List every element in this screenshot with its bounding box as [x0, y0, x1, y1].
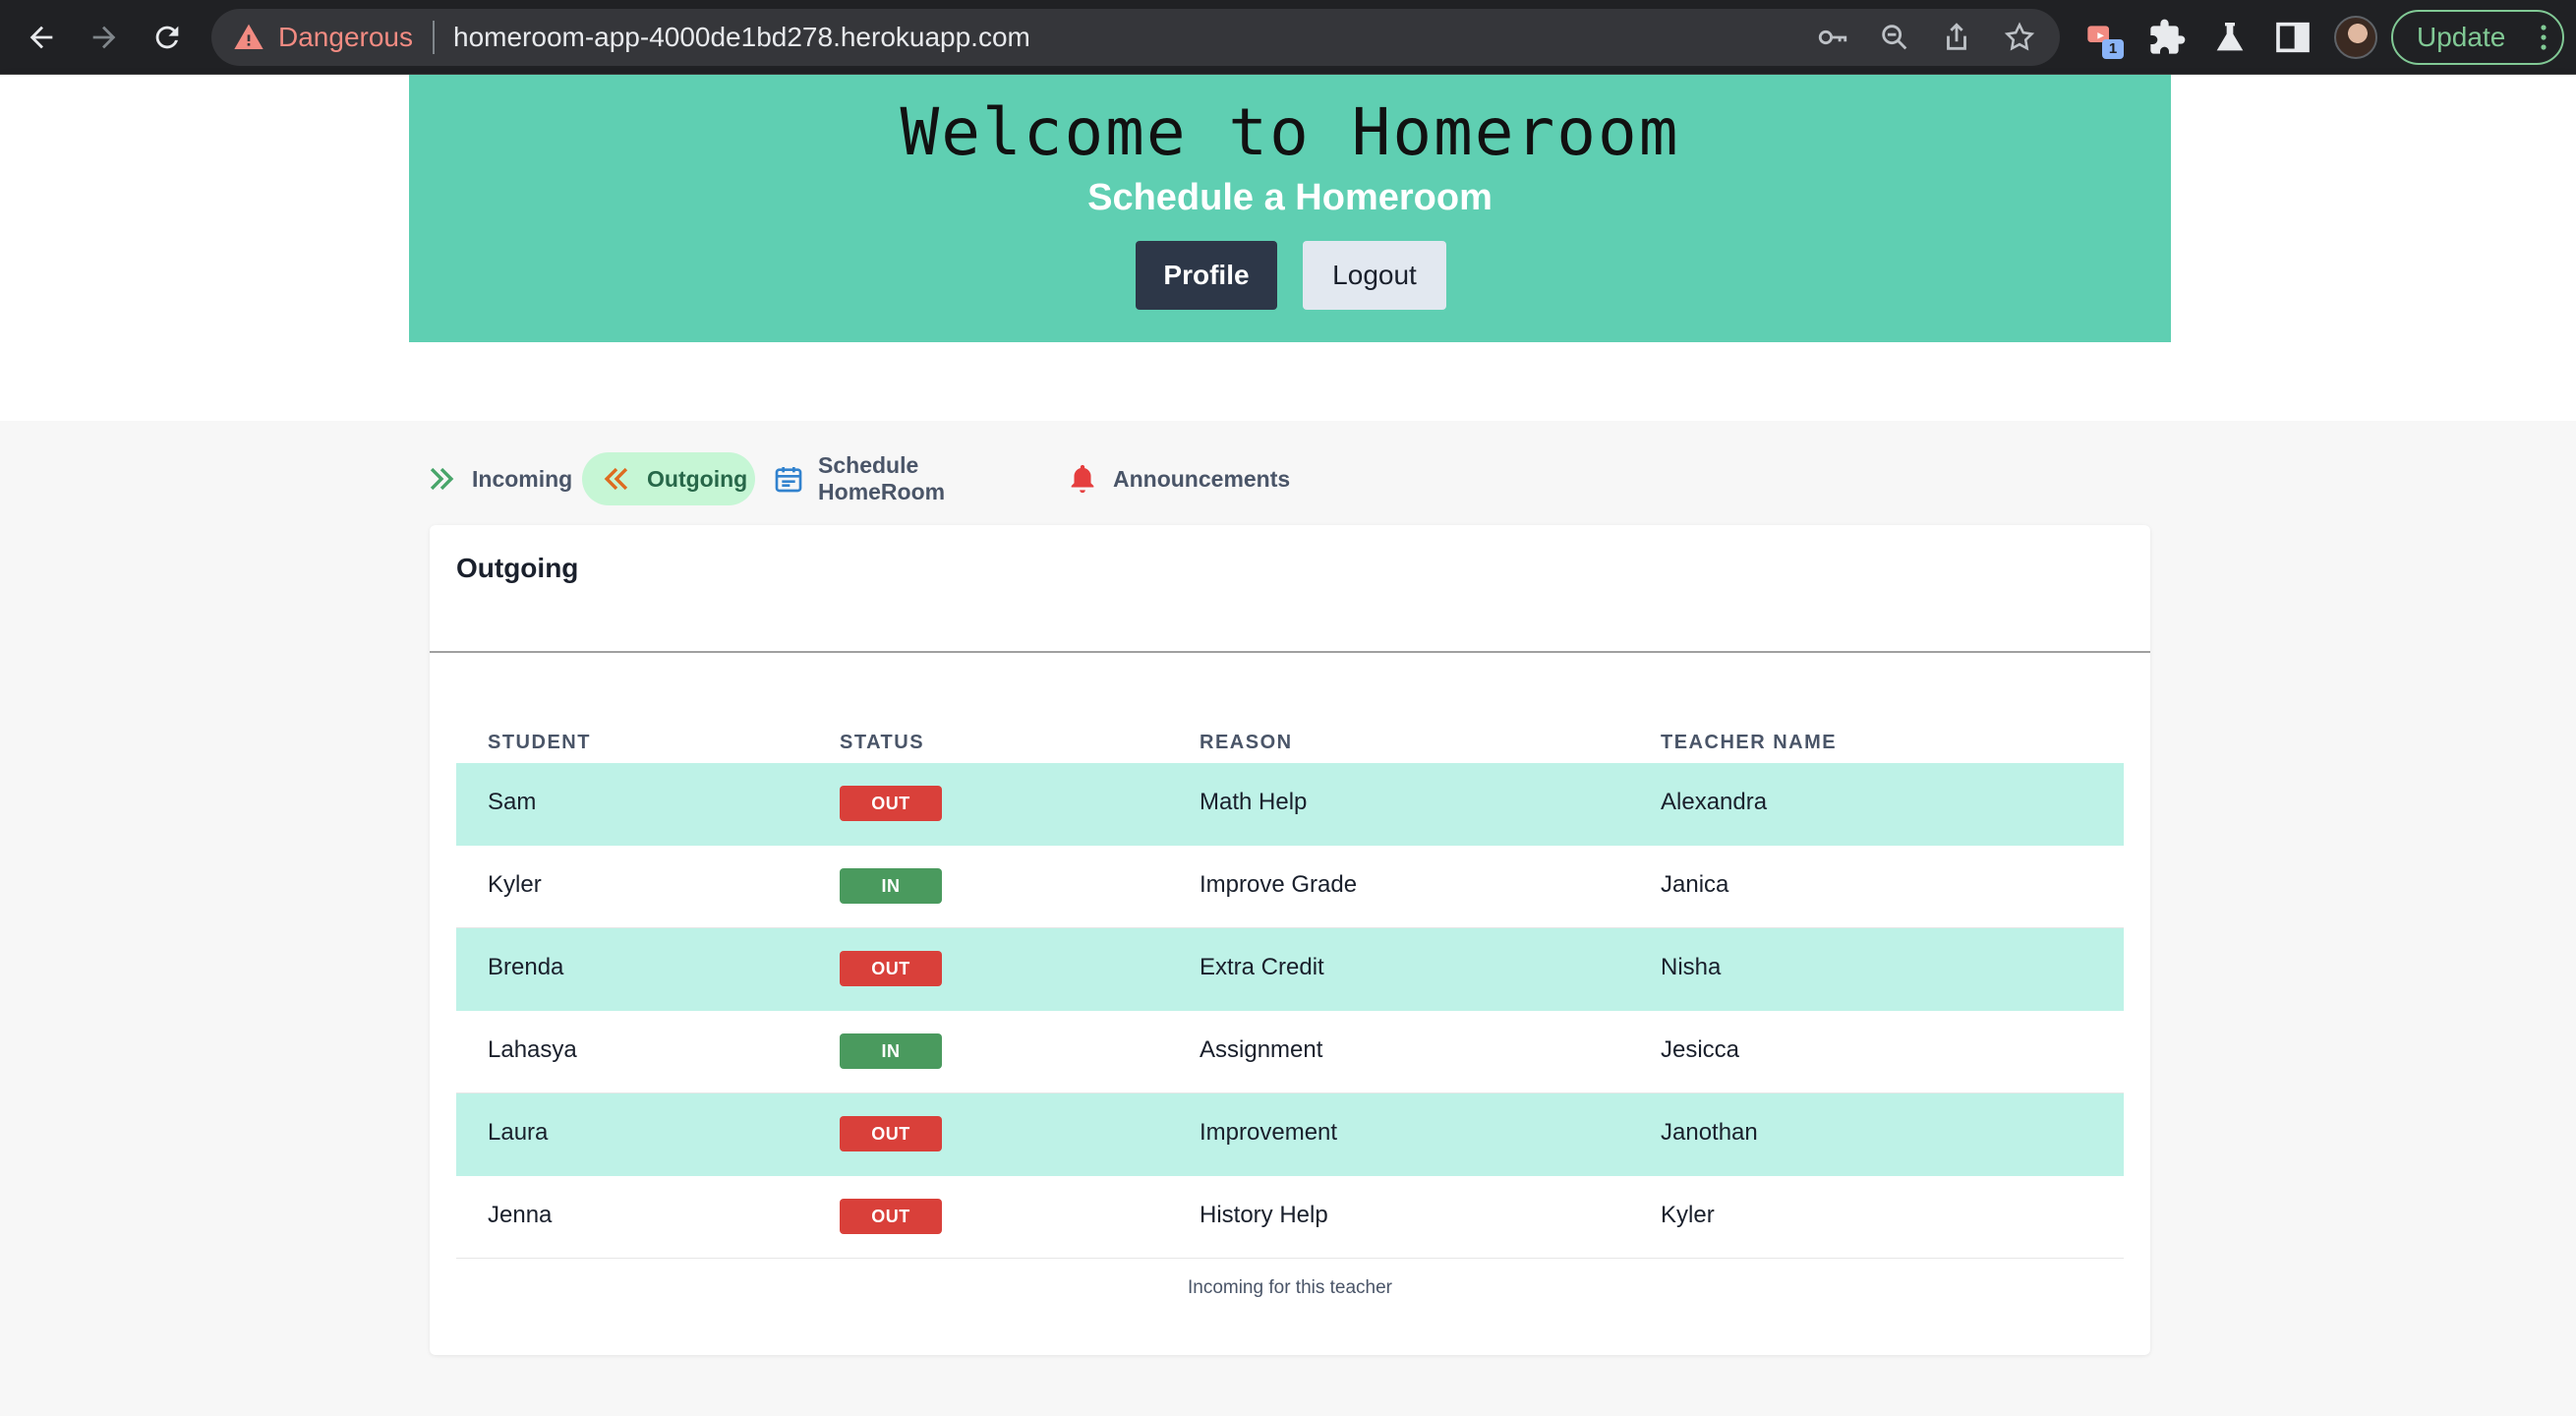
header-section: Welcome to Homeroom Schedule a Homeroom …	[0, 75, 2576, 421]
tab-incoming-label: Incoming	[472, 465, 573, 492]
teacher-name: Nisha	[1661, 954, 1722, 980]
extension-badge: 1	[2102, 39, 2124, 59]
page: Welcome to Homeroom Schedule a Homeroom …	[0, 75, 2576, 1416]
teacher-name: Jesicca	[1661, 1036, 1740, 1063]
teacher-name: Kyler	[1661, 1202, 1715, 1228]
browser-toolbar: Dangerous homeroom-app-4000de1bd278.hero…	[0, 0, 2576, 75]
status-badge: OUT	[840, 1116, 942, 1151]
logout-button[interactable]: Logout	[1303, 241, 1446, 310]
double-chevron-right-icon	[430, 467, 454, 491]
reload-button[interactable]	[144, 14, 191, 61]
side-panel-icon[interactable]	[2273, 18, 2313, 57]
status-badge: IN	[840, 1033, 942, 1069]
status-badge: OUT	[840, 1199, 942, 1234]
calendar-icon	[775, 466, 802, 493]
warning-icon	[234, 24, 263, 49]
table-caption: Incoming for this teacher	[1187, 1277, 1393, 1298]
table-row[interactable]: Kyler IN Improve Grade Janica	[456, 846, 2124, 928]
hero-banner: Welcome to Homeroom Schedule a Homeroom …	[409, 75, 2171, 342]
arrow-right-icon	[92, 26, 116, 49]
more-menu-icon[interactable]	[2541, 24, 2547, 51]
table-row[interactable]: Lahasya IN Assignment Jesicca	[456, 1011, 2124, 1093]
tab-schedule-label: Schedule HomeRoom	[818, 452, 946, 504]
reload-icon	[155, 26, 179, 49]
tab-outgoing-label: Outgoing	[647, 465, 748, 492]
card-title: Outgoing	[456, 553, 579, 583]
teacher-name: Alexandra	[1661, 789, 1768, 815]
column-header-teacher: TEACHER NAME	[1661, 732, 1838, 753]
security-warning-label[interactable]: Dangerous	[278, 21, 413, 54]
outgoing-card: Outgoing STUDENT STATUS REASON TEACHER N…	[430, 525, 2150, 1355]
tab-incoming[interactable]: Incoming	[425, 452, 582, 505]
teacher-name: Janica	[1661, 871, 1729, 898]
student-name: Laura	[488, 1119, 549, 1146]
back-button[interactable]	[18, 14, 65, 61]
arrow-left-icon	[29, 26, 53, 49]
status-badge: OUT	[840, 951, 942, 986]
page-title: Welcome to Homeroom	[900, 94, 1680, 170]
status-badge: OUT	[840, 786, 942, 821]
tab-announcements-label: Announcements	[1113, 465, 1291, 492]
student-name: Sam	[488, 789, 537, 815]
student-name: Brenda	[488, 954, 564, 980]
profile-button[interactable]: Profile	[1136, 241, 1277, 310]
column-header-reason: REASON	[1200, 732, 1293, 753]
student-name: Jenna	[488, 1202, 553, 1228]
table-row[interactable]: Jenna OUT History Help Kyler	[456, 1176, 2124, 1259]
status-badge: IN	[840, 868, 942, 904]
share-icon[interactable]	[1940, 21, 1973, 54]
reason-text: Assignment	[1200, 1036, 1323, 1063]
tab-outgoing[interactable]: Outgoing	[582, 452, 755, 505]
puzzle-extensions-icon[interactable]	[2147, 18, 2187, 57]
reason-text: Improvement	[1200, 1119, 1338, 1146]
tab-schedule-homeroom[interactable]: Schedule HomeRoom	[773, 452, 1038, 505]
forward-button[interactable]	[81, 14, 128, 61]
reason-text: Extra Credit	[1200, 954, 1324, 980]
teacher-name: Janothan	[1661, 1119, 1758, 1146]
table-header: STUDENT STATUS REASON TEACHER NAME	[456, 722, 2124, 763]
reason-text: Improve Grade	[1200, 871, 1358, 898]
card-divider	[430, 651, 2150, 653]
profile-avatar[interactable]	[2334, 16, 2377, 59]
update-button[interactable]: Update	[2391, 10, 2564, 65]
table-row[interactable]: Laura OUT Improvement Janothan	[456, 1093, 2124, 1176]
column-header-status: STATUS	[840, 732, 925, 753]
update-label: Update	[2417, 22, 2506, 52]
reason-text: History Help	[1200, 1202, 1328, 1228]
double-chevron-left-icon	[604, 467, 628, 491]
table-row[interactable]: Brenda OUT Extra Credit Nisha	[456, 928, 2124, 1011]
tab-announcements[interactable]: Announcements	[1066, 452, 1302, 505]
student-name: Kyler	[488, 871, 542, 898]
bell-icon	[1071, 464, 1094, 494]
zoom-icon[interactable]	[1878, 21, 1911, 54]
extension-icon[interactable]: 1	[2084, 18, 2124, 59]
student-name: Lahasya	[488, 1036, 577, 1063]
reason-text: Math Help	[1200, 789, 1308, 815]
address-separator	[433, 21, 435, 54]
address-bar[interactable]: Dangerous homeroom-app-4000de1bd278.hero…	[211, 9, 2060, 66]
url-text[interactable]: homeroom-app-4000de1bd278.herokuapp.com	[453, 21, 1030, 54]
labs-flask-icon[interactable]	[2210, 18, 2250, 57]
page-subtitle: Schedule a Homeroom	[1087, 177, 1493, 218]
table-row[interactable]: Sam OUT Math Help Alexandra	[456, 763, 2124, 846]
password-key-icon[interactable]	[1816, 21, 1849, 54]
bookmark-star-icon[interactable]	[2003, 21, 2036, 54]
column-header-student: STUDENT	[488, 732, 591, 753]
outgoing-table: STUDENT STATUS REASON TEACHER NAME Sam O…	[456, 722, 2124, 1259]
